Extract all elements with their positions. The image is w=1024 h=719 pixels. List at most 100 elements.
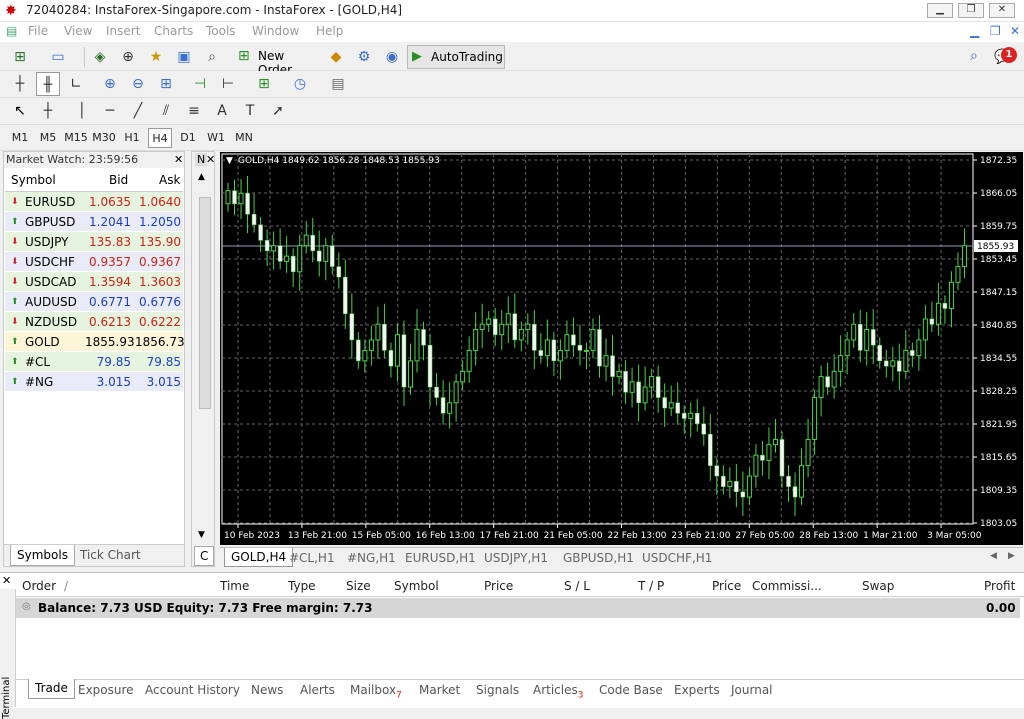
cursor-icon[interactable]: ↖: [8, 99, 32, 123]
chart-tab[interactable]: EURUSD,H1: [405, 551, 476, 565]
menu-window[interactable]: Window: [252, 24, 299, 38]
col-ask[interactable]: Ask: [159, 173, 180, 187]
col-symbol[interactable]: Symbol: [11, 173, 56, 187]
terminal-tab-exposure[interactable]: Exposure: [78, 683, 134, 697]
chart-tab[interactable]: USDCHF,H1: [642, 551, 712, 565]
equidistant-channel-icon[interactable]: ⫽: [154, 99, 178, 123]
market-watch-row[interactable]: ⬆ GOLD 1855.93 1856.73: [5, 332, 185, 352]
market-watch-row[interactable]: ⬇ EURUSD 1.0635 1.0640: [5, 192, 183, 212]
terminal-tab-journal[interactable]: Journal: [731, 683, 773, 697]
col-price[interactable]: Price: [484, 579, 513, 593]
arrows-icon[interactable]: ➚: [266, 99, 290, 123]
col-type[interactable]: Type: [288, 579, 316, 593]
menu-file[interactable]: File: [28, 24, 48, 38]
market-watch-row[interactable]: ⬆ #NG 3.015 3.015: [5, 372, 183, 392]
doc-close-button[interactable]: ✕: [1010, 24, 1020, 38]
text-label-icon[interactable]: T: [238, 99, 262, 123]
timeframe-h4[interactable]: H4: [148, 128, 172, 148]
terminal-tab-mailbox[interactable]: Mailbox7: [350, 683, 402, 700]
timeframe-m5[interactable]: M5: [36, 128, 60, 148]
search-icon[interactable]: ⌕: [970, 48, 978, 64]
navigator-scrollbar[interactable]: [199, 197, 211, 409]
fibonacci-icon[interactable]: ≡: [182, 99, 206, 123]
vertical-line-icon[interactable]: │: [70, 99, 94, 123]
new-chart-icon[interactable]: ⊞: [8, 45, 32, 69]
timeframe-h1[interactable]: H1: [120, 128, 144, 148]
crosshair-icon[interactable]: ┼: [36, 99, 60, 123]
scroll-down-icon[interactable]: ▼: [198, 530, 205, 540]
col-symbol[interactable]: Symbol: [394, 579, 439, 593]
market-watch-row[interactable]: ⬇ USDCHF 0.9357 0.9367: [5, 252, 183, 272]
chart-tab[interactable]: GOLD,H4: [224, 548, 294, 567]
line-chart-icon[interactable]: ∟: [64, 72, 88, 96]
col-price-current[interactable]: Price: [712, 579, 741, 593]
timeframe-mn[interactable]: MN: [232, 128, 256, 148]
zoom-in-icon[interactable]: ⊕: [98, 72, 122, 96]
restore-button[interactable]: ❐: [958, 3, 984, 18]
timeframe-m15[interactable]: M15: [64, 128, 88, 148]
doc-minimize-button[interactable]: ▁: [970, 24, 979, 38]
minimize-button[interactable]: ▁: [927, 3, 953, 18]
menu-tools[interactable]: Tools: [206, 24, 236, 38]
tabs-scroll-left-icon[interactable]: ◀: [990, 551, 997, 561]
col-sl[interactable]: S / L: [564, 579, 590, 593]
chart-tab[interactable]: USDJPY,H1: [484, 551, 548, 565]
bar-chart-icon[interactable]: ┼: [8, 72, 32, 96]
col-tp[interactable]: T / P: [638, 579, 664, 593]
tabs-scroll-right-icon[interactable]: ▶: [1008, 551, 1015, 561]
metaeditor-icon[interactable]: ◆: [324, 45, 348, 69]
col-bid[interactable]: Bid: [109, 173, 128, 187]
terminal-tab-articles[interactable]: Articles3: [533, 683, 583, 700]
doc-restore-button[interactable]: ❐: [990, 24, 1001, 38]
market-watch-row[interactable]: ⬇ USDCAD 1.3594 1.3603: [5, 272, 183, 292]
chart-tab[interactable]: #NG,H1: [347, 551, 396, 565]
signals-icon[interactable]: ◉: [380, 45, 404, 69]
close-button[interactable]: ✕: [989, 3, 1015, 18]
market-watch-row[interactable]: ⬇ USDJPY 135.83 135.90: [5, 232, 183, 252]
new-order-button[interactable]: ⊞ New Order: [234, 45, 320, 77]
market-watch-row[interactable]: ⬆ AUDUSD 0.6771 0.6776: [5, 292, 183, 312]
periods-clock-icon[interactable]: ◷: [288, 72, 312, 96]
tab-common[interactable]: C: [194, 546, 215, 566]
col-order[interactable]: Order: [22, 579, 56, 593]
col-profit[interactable]: Profit: [984, 579, 1015, 593]
options-icon[interactable]: ⚙: [352, 45, 376, 69]
terminal-tab-experts[interactable]: Experts: [674, 683, 720, 697]
autotrading-button[interactable]: ▶ AutoTrading: [407, 45, 505, 69]
terminal-tab-code-base[interactable]: Code Base: [599, 683, 663, 697]
market-watch-row[interactable]: ⬇ NZDUSD 0.6213 0.6222: [5, 312, 183, 332]
timeframe-w1[interactable]: W1: [204, 128, 228, 148]
terminal-tab-account-history[interactable]: Account History: [145, 683, 240, 697]
chart-canvas[interactable]: 1872.35 1866.05 1859.75 1853.45 1847.15 1840.…: [220, 152, 1023, 545]
menu-help[interactable]: Help: [316, 24, 343, 38]
col-swap[interactable]: Swap: [862, 579, 894, 593]
col-order-sort[interactable]: /: [64, 579, 68, 593]
tile-windows-icon[interactable]: ⊞: [154, 72, 178, 96]
timeframe-m1[interactable]: M1: [8, 128, 32, 148]
balance-row[interactable]: ◎ Balance: 7.73 USD Equity: 7.73 Free ma…: [16, 598, 1020, 618]
data-window-icon[interactable]: ⊕: [116, 45, 140, 69]
market-watch-icon[interactable]: ◈: [88, 45, 112, 69]
terminal-tab-signals[interactable]: Signals: [476, 683, 519, 697]
text-icon[interactable]: A: [210, 99, 234, 123]
terminal-tab-market[interactable]: Market: [419, 683, 460, 697]
candlestick-icon[interactable]: ╫: [36, 72, 60, 96]
trendline-icon[interactable]: ╱: [126, 99, 150, 123]
col-commission[interactable]: Commissi...: [752, 579, 822, 593]
terminal-icon[interactable]: ▣: [172, 45, 196, 69]
scroll-up-icon[interactable]: ▲: [198, 172, 205, 182]
menu-insert[interactable]: Insert: [106, 24, 140, 38]
strategy-tester-icon[interactable]: ⌕: [200, 45, 224, 69]
chart-shift-icon[interactable]: ⊢: [216, 72, 240, 96]
chart-tab[interactable]: GBPUSD,H1: [563, 551, 634, 565]
horizontal-line-icon[interactable]: ─: [98, 99, 122, 123]
market-watch-row[interactable]: ⬆ #CL 79.85 79.85: [5, 352, 183, 372]
profiles-icon[interactable]: ▭: [46, 45, 70, 69]
terminal-close-button[interactable]: ✕: [2, 574, 11, 587]
tab-symbols[interactable]: Symbols: [10, 545, 75, 566]
auto-scroll-icon[interactable]: ⊣: [188, 72, 212, 96]
terminal-tab-news[interactable]: News: [251, 683, 283, 697]
zoom-out-icon[interactable]: ⊖: [126, 72, 150, 96]
menu-view[interactable]: View: [64, 24, 92, 38]
timeframe-d1[interactable]: D1: [176, 128, 200, 148]
